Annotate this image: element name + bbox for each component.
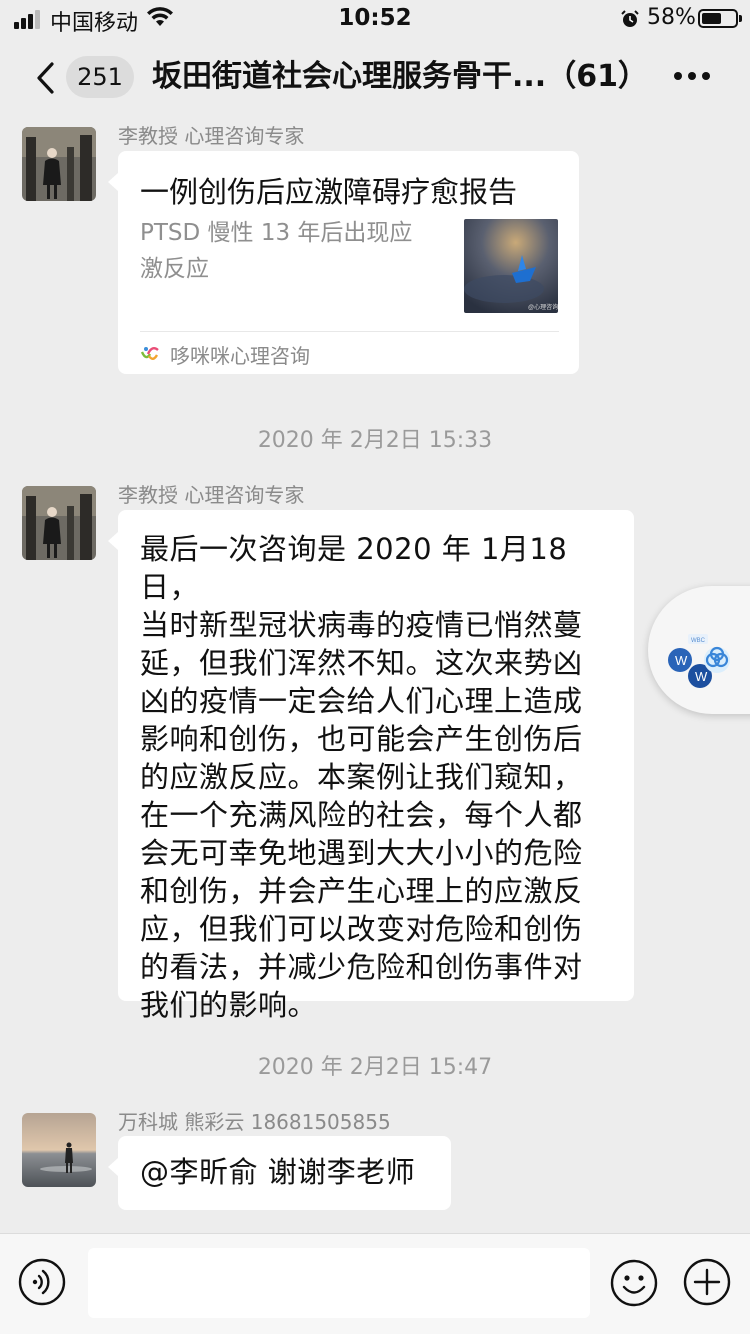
svg-text:WBC: WBC (691, 638, 706, 644)
more-icon[interactable] (674, 72, 710, 82)
chat-title[interactable]: 坂田街道社会心理服务骨干...（61） (152, 56, 632, 98)
voice-icon[interactable] (18, 1258, 66, 1306)
sender-name: 万科城 熊彩云 18681505855 (118, 1110, 391, 1134)
source-logo-icon (140, 347, 159, 360)
unread-count-badge[interactable]: 251 (66, 56, 134, 98)
sender-name: 李教授 心理咨询专家 (118, 124, 305, 148)
emoji-icon[interactable] (609, 1258, 659, 1308)
wechat-work-icon: WBC W W (668, 634, 730, 688)
status-bar: 中国移动 10:52 58% (0, 0, 750, 40)
card-title: 一例创伤后应激障碍疗愈报告 (140, 175, 518, 209)
card-description: PTSD 慢性 13 年后出现应 激反应 (140, 220, 413, 282)
timestamp: 2020 年 2月2日 15:33 (257, 428, 493, 453)
message-bubble[interactable]: @李昕俞 谢谢李老师 (108, 1136, 451, 1210)
battery-percent: 58% (647, 5, 696, 30)
card-source: 哆咪咪心理咨询 (170, 344, 310, 368)
message-input[interactable] (88, 1248, 590, 1318)
battery-fill (702, 13, 721, 24)
alarm-icon (621, 10, 639, 27)
svg-text:W: W (695, 669, 708, 684)
message-text: @李昕俞 谢谢李老师 (140, 1155, 416, 1189)
plus-icon[interactable] (683, 1258, 731, 1306)
timestamp: 2020 年 2月2日 15:47 (257, 1055, 493, 1080)
sender-name: 李教授 心理咨询专家 (118, 483, 305, 507)
article-card[interactable]: 一例创伤后应激障碍疗愈报告 PTSD 慢性 13 年后出现应 激反应 @心理咨询 (108, 151, 579, 374)
floating-ball[interactable]: WBC W W (648, 586, 750, 714)
battery-icon (698, 9, 742, 28)
svg-text:@心理咨询: @心理咨询 (528, 303, 558, 311)
svg-text:W: W (675, 653, 688, 668)
message-bubble[interactable]: 最后一次咨询是 2020 年 1月18日， 当时新型冠状病毒的疫情已悄然蔓 延，… (108, 510, 634, 1022)
avatar[interactable] (22, 1113, 96, 1187)
card-divider (140, 331, 559, 332)
avatar[interactable] (22, 127, 96, 201)
message-text: 最后一次咨询是 2020 年 1月18日， 当时新型冠状病毒的疫情已悄然蔓 延，… (140, 532, 583, 1022)
back-icon[interactable] (30, 58, 64, 98)
avatar[interactable] (22, 486, 96, 560)
card-thumbnail: @心理咨询 (464, 219, 558, 313)
